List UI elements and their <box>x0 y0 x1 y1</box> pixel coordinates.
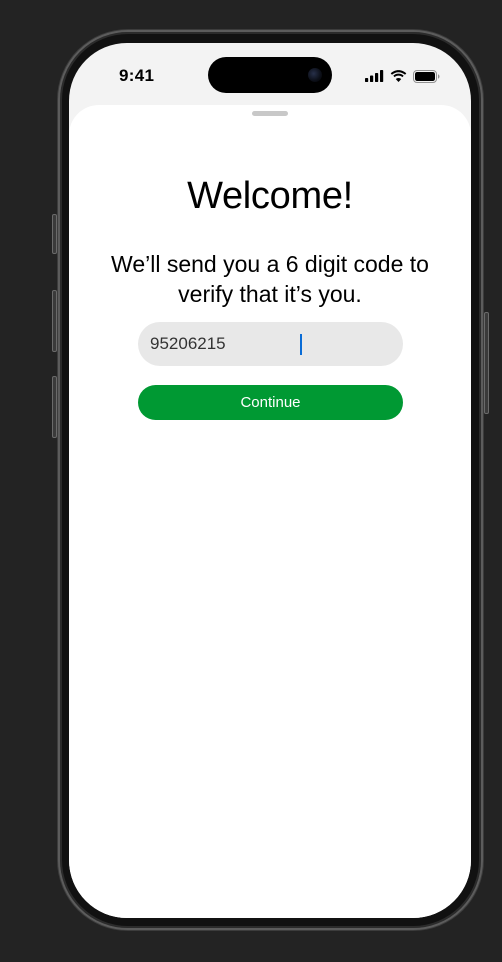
status-bar: 9:41 <box>69 43 471 105</box>
cellular-signal-icon <box>365 70 384 82</box>
continue-button[interactable]: Continue <box>138 385 403 420</box>
battery-icon <box>413 69 440 83</box>
verification-sheet: Welcome! We’ll send you a 6 digit code t… <box>69 105 471 918</box>
phone-screen: 9:41 Welcome! We’ll send you a 6 digit c… <box>69 43 471 918</box>
device-mockup: 9:41 Welcome! We’ll send you a 6 digit c… <box>0 0 502 962</box>
power-button <box>484 312 489 414</box>
sheet-grabber[interactable] <box>252 111 288 116</box>
page-title: Welcome! <box>187 175 353 217</box>
action-button <box>52 214 57 254</box>
front-camera-icon <box>308 68 322 82</box>
dynamic-island <box>208 57 332 93</box>
text-caret <box>300 334 302 355</box>
wifi-icon <box>390 70 407 82</box>
volume-up-button <box>52 290 57 352</box>
page-subtitle: We’ll send you a 6 digit code to verify … <box>111 251 429 307</box>
status-time: 9:41 <box>119 66 155 85</box>
volume-down-button <box>52 376 57 438</box>
status-icons <box>365 69 440 83</box>
code-input[interactable] <box>138 322 403 366</box>
code-field[interactable] <box>138 322 403 366</box>
